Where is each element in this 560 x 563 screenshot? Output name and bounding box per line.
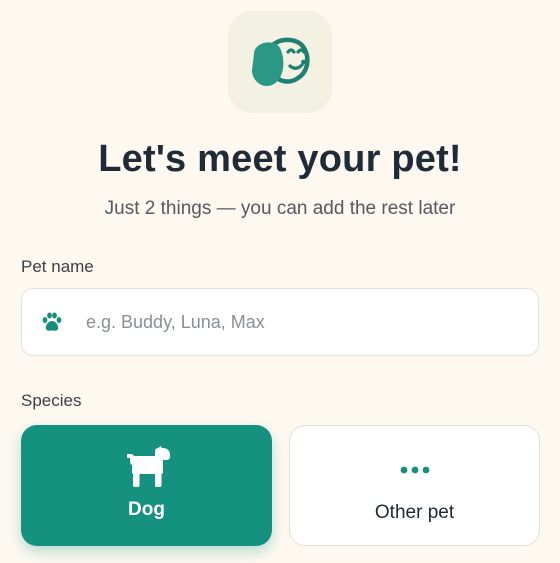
species-option-other[interactable]: Other pet — [289, 425, 540, 546]
page-subtitle: Just 2 things — you can add the rest lat… — [104, 198, 456, 219]
page-title: Let's meet your pet! — [98, 138, 462, 180]
app-logo — [228, 11, 332, 113]
dog-icon — [123, 445, 171, 489]
more-dots-icon — [400, 448, 430, 492]
paw-icon — [41, 311, 63, 333]
species-label: Species — [21, 391, 82, 410]
dog-face-logo-icon — [252, 37, 310, 87]
species-option-label: Dog — [128, 499, 165, 520]
pet-name-input[interactable] — [86, 311, 486, 333]
pet-name-label: Pet name — [21, 257, 94, 276]
species-option-label: Other pet — [374, 502, 455, 523]
onboarding-page: Let's meet your pet! Just 2 things — you… — [0, 0, 560, 563]
pet-name-field[interactable] — [21, 288, 539, 356]
species-option-dog[interactable]: Dog — [21, 425, 272, 546]
